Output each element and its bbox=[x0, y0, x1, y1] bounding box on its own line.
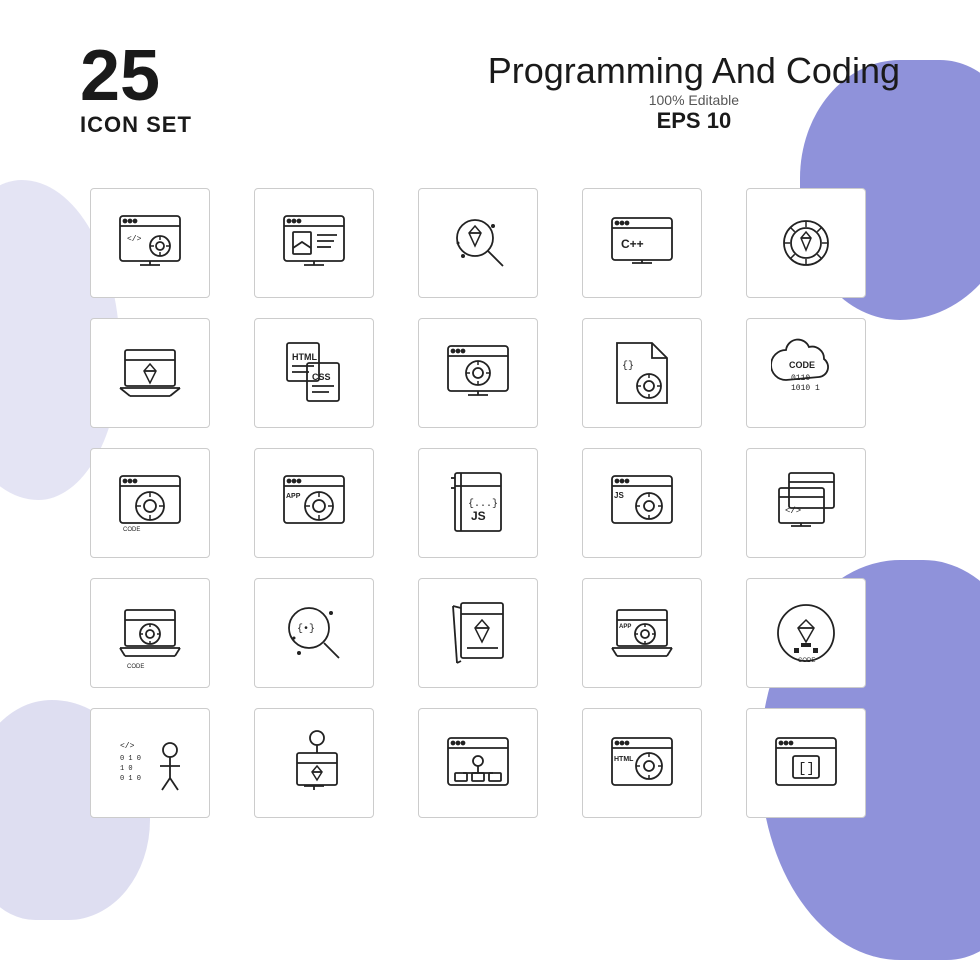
header-left: 25 ICON SET bbox=[80, 40, 192, 138]
svg-text:JS: JS bbox=[614, 491, 624, 500]
icon-cpp-monitor: C++ bbox=[582, 188, 702, 298]
svg-text:JS: JS bbox=[471, 509, 486, 523]
eps-label: EPS 10 bbox=[488, 108, 900, 134]
icon-set-label: ICON SET bbox=[80, 112, 192, 138]
icon-web-bookmark bbox=[254, 188, 374, 298]
icon-monitor-gear bbox=[418, 318, 538, 428]
svg-text:1 0: 1 0 bbox=[120, 765, 133, 773]
svg-text:</>: </> bbox=[127, 235, 142, 244]
number-label: 25 bbox=[80, 40, 192, 112]
svg-text:</>: </> bbox=[120, 742, 135, 751]
svg-text:0 1 0: 0 1 0 bbox=[120, 755, 141, 763]
icon-code-binary-person: </> 0 1 0 1 0 0 1 0 bbox=[90, 708, 210, 818]
icon-gear-diamond bbox=[746, 188, 866, 298]
page-title: Programming And Coding bbox=[488, 50, 900, 92]
icon-laptop-code-gear: CODE bbox=[90, 578, 210, 688]
icon-laptop-diamond bbox=[90, 318, 210, 428]
icon-diamond-book bbox=[418, 578, 538, 688]
svg-text:CSS: CSS bbox=[312, 372, 331, 382]
editable-label: 100% Editable bbox=[488, 92, 900, 108]
icon-bracket-browser: [] bbox=[746, 708, 866, 818]
icon-code-layers: </> bbox=[746, 448, 866, 558]
icon-diamond-code-circle: CODE bbox=[746, 578, 866, 688]
icon-html-css: HTML CSS bbox=[254, 318, 374, 428]
svg-text:CODE: CODE bbox=[123, 527, 140, 533]
icon-app-gear-laptop: APP bbox=[582, 578, 702, 688]
icons-grid: </> bbox=[0, 168, 980, 838]
svg-text:0 1 0: 0 1 0 bbox=[120, 775, 141, 783]
icon-html-gear-browser: HTML bbox=[582, 708, 702, 818]
icon-diamond-search bbox=[418, 188, 538, 298]
svg-text:C++: C++ bbox=[621, 237, 644, 251]
icon-file-code-gear: {} bbox=[582, 318, 702, 428]
icon-browser-gear: CODE bbox=[90, 448, 210, 558]
svg-text:APP: APP bbox=[619, 624, 631, 630]
svg-text:CODE: CODE bbox=[127, 664, 144, 668]
svg-text:APP: APP bbox=[286, 493, 301, 500]
icon-code-search: {•} bbox=[254, 578, 374, 688]
icon-browser-app-gear: APP bbox=[254, 448, 374, 558]
svg-text:{•}: {•} bbox=[297, 623, 315, 635]
svg-text:[]: [] bbox=[798, 761, 815, 777]
icon-js-book: {...} JS bbox=[418, 448, 538, 558]
icon-diagram-browser bbox=[418, 708, 538, 818]
svg-text:{}: {} bbox=[622, 360, 634, 372]
icon-browser-js-gear: JS bbox=[582, 448, 702, 558]
header-right: Programming And Coding 100% Editable EPS… bbox=[488, 40, 900, 134]
svg-text:HTML: HTML bbox=[614, 756, 634, 763]
svg-text:</>: </> bbox=[785, 506, 801, 516]
svg-text:0110: 0110 bbox=[791, 374, 810, 383]
icon-person-diamond-monitor bbox=[254, 708, 374, 818]
icon-web-code-settings: </> bbox=[90, 188, 210, 298]
svg-text:1010 1: 1010 1 bbox=[791, 384, 820, 393]
icon-cloud-code: CODE 0110 1010 1 bbox=[746, 318, 866, 428]
svg-text:CODE: CODE bbox=[798, 658, 815, 664]
header: 25 ICON SET Programming And Coding 100% … bbox=[0, 0, 980, 158]
svg-text:CODE: CODE bbox=[789, 360, 815, 370]
svg-text:HTML: HTML bbox=[292, 352, 317, 362]
